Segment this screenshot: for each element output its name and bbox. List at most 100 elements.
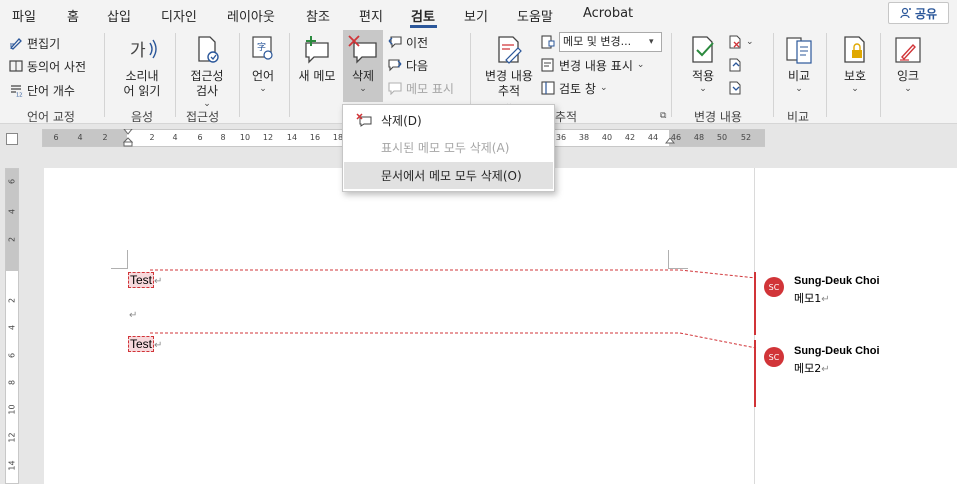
delete-comment-button[interactable]: 삭제 ⌄ — [343, 30, 383, 102]
reject-change-button[interactable]: ⌄ — [728, 32, 754, 52]
track-changes-button[interactable]: 변경 내용 추적 ⌄ — [480, 33, 538, 109]
ruler-tick: 40 — [601, 133, 613, 142]
tab-help[interactable]: 도움말 — [517, 6, 553, 25]
paragraph-mark-icon: ↵ — [154, 340, 163, 351]
check-accessibility-button[interactable]: 접근성 검사 ⌄ — [180, 33, 234, 109]
editor-label: 편집기 — [27, 36, 61, 51]
ink-label: 잉크 — [896, 69, 920, 83]
tab-mailings[interactable]: 편지 — [359, 6, 383, 25]
commented-text[interactable]: Test — [128, 336, 155, 352]
share-icon — [900, 7, 911, 19]
indent-marker-icon[interactable] — [123, 129, 133, 147]
crop-mark — [668, 250, 688, 269]
menu-item-delete[interactable]: 삭제(D) — [344, 107, 553, 134]
ruler-tick: 48 — [693, 133, 705, 142]
previous-comment-label: 이전 — [406, 35, 429, 50]
display-for-review-dropdown[interactable]: 메모 및 변경... ▾ — [541, 32, 662, 52]
menu-item-delete-all-shown[interactable]: 표시된 메모 모두 삭제(A) — [344, 134, 553, 161]
language-icon: 字 — [252, 36, 273, 60]
new-comment-label: 새 메모 — [298, 69, 336, 83]
display-for-review-value: 메모 및 변경... — [559, 32, 662, 52]
group-divider — [289, 33, 290, 117]
chevron-down-icon: ⌄ — [795, 84, 803, 94]
svg-text:123: 123 — [16, 93, 23, 98]
language-button[interactable]: 字 언어 ⌄ — [243, 33, 283, 94]
compare-button[interactable]: 비교 ⌄ — [780, 33, 818, 94]
group-label-speech: 음성 — [131, 110, 154, 124]
tab-review[interactable]: 검토 — [411, 6, 435, 25]
previous-change-button[interactable] — [728, 55, 742, 75]
document-line[interactable]: Test ↵ — [128, 272, 162, 288]
chevron-down-icon: ⌄ — [359, 84, 367, 94]
menu-tab-bar: 파일 홈 삽입 디자인 레이아웃 참조 편지 검토 보기 도움말 Acrobat… — [0, 0, 957, 28]
ruler-tick: 44 — [647, 133, 659, 142]
delete-comment-icon — [356, 113, 372, 127]
show-markup-button[interactable]: 변경 내용 표시 ⌄ — [541, 55, 644, 75]
delete-comment-menu: 삭제(D) 표시된 메모 모두 삭제(A) 문서에서 메모 모두 삭제(O) — [342, 104, 555, 192]
editor-button[interactable]: 편집기 — [9, 33, 60, 53]
dialog-launcher-icon[interactable]: ⧉ — [660, 111, 666, 121]
read-aloud-button[interactable]: 가 소리내어 읽기 — [112, 33, 172, 99]
share-button[interactable]: 공유 — [888, 2, 949, 24]
protect-button[interactable]: 보호 ⌄ — [836, 33, 874, 94]
comment-text[interactable]: 메모2↵ — [794, 360, 830, 376]
ruler-tick: 38 — [578, 133, 590, 142]
show-comments-button[interactable]: 메모 표시 — [388, 78, 454, 98]
group-divider — [175, 33, 176, 117]
new-comment-icon — [305, 36, 329, 64]
ruler-tick: 8 — [7, 379, 17, 386]
ruler-tick: 12 — [262, 133, 274, 142]
avatar: SC — [764, 347, 784, 367]
previous-comment-button[interactable]: 이전 — [388, 32, 428, 52]
chevron-down-icon: ▾ — [649, 37, 654, 47]
comment-text[interactable]: 메모1↵ — [794, 290, 830, 306]
commented-text[interactable]: Test — [128, 272, 155, 288]
reviewing-pane-button[interactable]: 검토 창 ⌄ — [541, 78, 607, 98]
next-comment-button[interactable]: 다음 — [388, 55, 428, 75]
tab-references[interactable]: 참조 — [306, 6, 330, 25]
editor-pen-icon — [9, 38, 22, 50]
ruler-tick: 2 — [7, 236, 17, 243]
ink-pen-icon — [895, 37, 921, 63]
comment-body[interactable]: 메모2 — [794, 362, 821, 375]
group-label-changes: 변경 내용 — [694, 110, 742, 124]
right-indent-marker-icon[interactable] — [665, 138, 675, 147]
ruler-tick: 6 — [197, 133, 203, 142]
comment-bar — [754, 340, 756, 407]
tab-file[interactable]: 파일 — [12, 6, 36, 25]
ruler-tick: 6 — [7, 352, 17, 359]
word-count-button[interactable]: 123 단어 개수 — [9, 80, 75, 100]
document-page[interactable] — [44, 168, 754, 484]
tab-home[interactable]: 홈 — [67, 6, 79, 25]
ruler-tick: 4 — [7, 324, 17, 331]
comment-balloon[interactable]: SC Sung-Deuk Choi 메모2↵ — [760, 345, 950, 385]
tab-stop-selector[interactable] — [6, 133, 18, 145]
next-change-button[interactable] — [728, 78, 742, 98]
tab-acrobat[interactable]: Acrobat — [583, 6, 633, 21]
tab-design[interactable]: 디자인 — [161, 6, 197, 25]
track-changes-label: 변경 내용 추적 — [485, 69, 533, 98]
read-aloud-label: 소리내어 읽기 — [123, 69, 161, 98]
comment-bar — [754, 272, 756, 335]
thesaurus-button[interactable]: 동의어 사전 — [9, 56, 86, 76]
new-comment-button[interactable]: 새 메모 — [295, 33, 339, 84]
tab-view[interactable]: 보기 — [464, 6, 488, 25]
svg-text:字: 字 — [257, 41, 266, 53]
group-label-tracking: 추적 — [555, 110, 578, 124]
group-divider — [826, 33, 827, 117]
comment-balloon[interactable]: SC Sung-Deuk Choi 메모1↵ — [760, 275, 950, 315]
ruler-tick: 4 — [77, 133, 83, 142]
accept-changes-button[interactable]: 적용 ⌄ — [684, 33, 722, 94]
document-line[interactable]: Test ↵ — [128, 336, 163, 352]
chevron-down-icon: ⌄ — [259, 84, 267, 94]
chevron-down-icon: ⌄ — [904, 84, 912, 94]
tab-layout[interactable]: 레이아웃 — [227, 6, 275, 25]
ink-button[interactable]: 잉크 ⌄ — [888, 33, 928, 94]
menu-item-delete-all-in-document[interactable]: 문서에서 메모 모두 삭제(O) — [344, 162, 553, 189]
tab-insert[interactable]: 삽입 — [107, 6, 131, 25]
vertical-ruler[interactable]: 6 4 2 2 4 6 8 10 12 14 — [5, 168, 19, 484]
ruler-tick: 6 — [53, 133, 59, 142]
document-line[interactable]: ↵ — [129, 307, 137, 321]
comment-body[interactable]: 메모1 — [794, 292, 821, 305]
accessibility-check-icon — [198, 36, 219, 63]
